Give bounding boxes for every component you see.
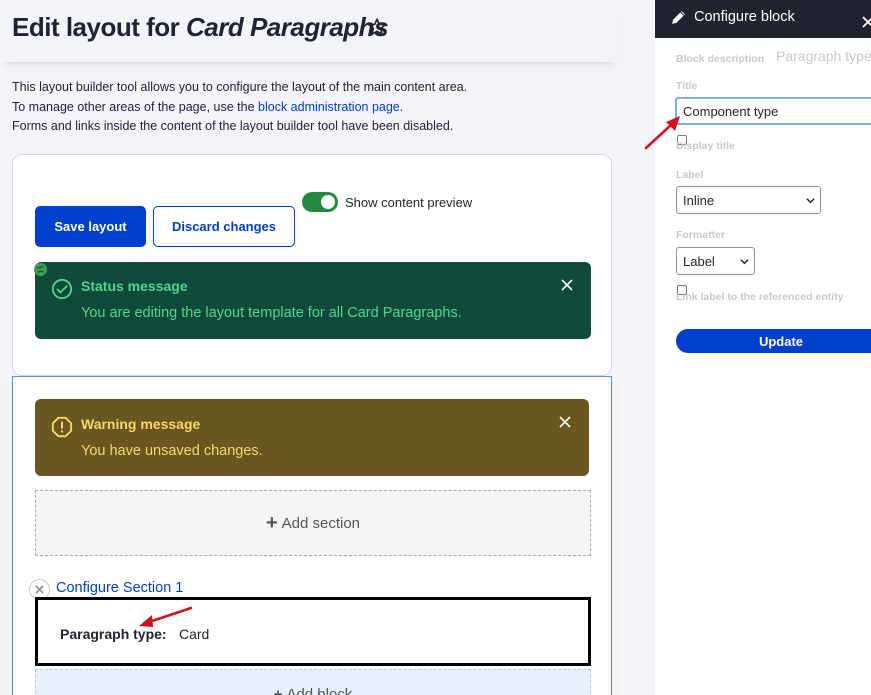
block-description-value: Paragraph type (776, 48, 871, 64)
configure-section-link[interactable]: Configure Section 1 (56, 580, 183, 596)
page-title: Edit layout for Card Paragraphs (12, 12, 389, 43)
check-circle-icon (51, 278, 73, 300)
add-block-label: Add block (286, 686, 353, 695)
formatter-select[interactable]: Label (676, 247, 755, 275)
update-button[interactable]: Update (676, 329, 871, 353)
plus-icon: + (265, 511, 278, 534)
chevron-down-icon (740, 259, 749, 265)
page-title-prefix: Edit layout for (12, 12, 186, 42)
intro-line-3: Forms and links inside the content of th… (12, 119, 454, 133)
status-message-text: You are editing the layout template for … (81, 305, 462, 321)
block-field-label: Paragraph type: (60, 626, 167, 642)
label-select-value: Inline (683, 193, 715, 208)
title-input[interactable] (675, 97, 871, 125)
configure-block-dialog: Configure block Block description Paragr… (655, 0, 871, 695)
dialog-header: Configure block (655, 0, 871, 38)
close-icon[interactable] (861, 15, 871, 29)
page-title-entity: Card Paragraphs (186, 12, 389, 42)
pencil-icon (672, 11, 685, 24)
plus-icon: + (273, 686, 283, 695)
warning-message: Warning message You have unsaved changes… (35, 399, 589, 476)
layout-builder-main: Edit layout for Card Paragraphs This lay… (0, 0, 655, 695)
intro-line-2: To manage other areas of the page, use t… (12, 98, 467, 118)
content-preview-label: Show content preview (345, 195, 473, 210)
add-section-button[interactable]: + Add section (35, 490, 591, 556)
link-label-text: Link label to the referenced entity (676, 291, 844, 303)
block-description-label: Block description (676, 53, 765, 65)
status-message: Status message You are editing the layou… (35, 262, 591, 339)
display-title-label: Display title (676, 140, 735, 152)
star-icon[interactable] (366, 16, 388, 38)
add-section-label: Add section (281, 514, 361, 532)
intro-line-2-suffix: . (399, 99, 404, 114)
content-preview-toggle[interactable] (302, 192, 338, 212)
chevron-down-icon (806, 198, 815, 204)
add-block-button[interactable]: + Add block (35, 669, 591, 695)
block-field-value: Card (179, 626, 210, 642)
dialog-title: Configure block (694, 9, 795, 25)
formatter-select-value: Label (683, 254, 715, 269)
block-admin-link[interactable]: block administration page (258, 100, 400, 114)
globe-icon (33, 262, 48, 277)
layout-region: Warning message You have unsaved changes… (12, 376, 612, 695)
warning-icon (51, 416, 73, 438)
toggle-knob (321, 195, 335, 209)
page-title-bar: Edit layout for Card Paragraphs (0, 0, 620, 62)
layout-actions-card: Save layout Discard changes Show content… (12, 154, 612, 376)
intro-line-1: This layout builder tool allows you to c… (12, 80, 468, 94)
close-icon[interactable] (558, 415, 572, 429)
intro-line-2-prefix: To manage other areas of the page, use t… (12, 99, 259, 114)
title-field-label: Title (676, 80, 698, 92)
save-layout-button[interactable]: Save layout (35, 206, 146, 247)
close-icon[interactable] (560, 278, 574, 292)
label-select[interactable]: Inline (676, 186, 821, 214)
discard-changes-button[interactable]: Discard changes (153, 206, 295, 247)
intro-text: This layout builder tool allows you to c… (12, 78, 467, 137)
paragraph-type-block[interactable]: Paragraph type: Card (35, 597, 591, 666)
warning-message-text: You have unsaved changes. (81, 443, 263, 459)
formatter-field-label: Formatter (676, 229, 726, 241)
warning-message-title: Warning message (81, 416, 201, 432)
status-message-title: Status message (81, 278, 188, 294)
label-field-label: Label (676, 169, 704, 181)
